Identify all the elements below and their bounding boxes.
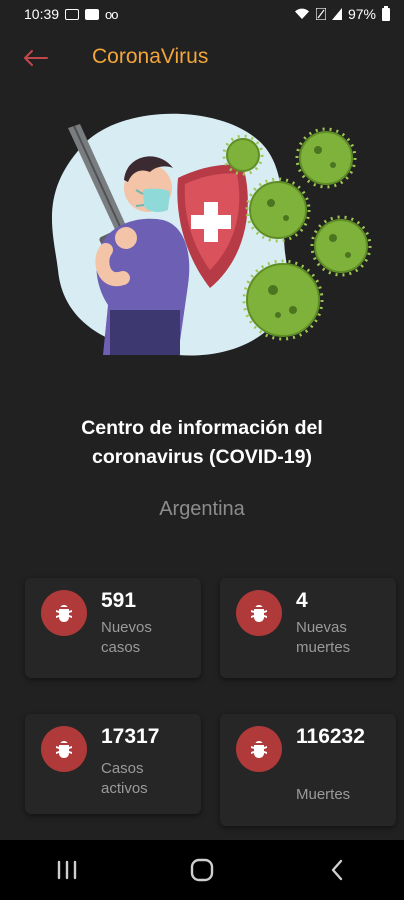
battery-icon (382, 5, 390, 21)
signal-icon (315, 8, 326, 20)
stat-label-line1: Casos (101, 760, 144, 777)
bug-icon (41, 726, 87, 772)
stat-label: Nuevas muertes (296, 618, 386, 658)
status-bar: 10:39 oo 97% (0, 0, 404, 28)
gallery-icon (65, 8, 80, 20)
stat-label: Muertes (296, 785, 386, 805)
stat-label: Nuevos casos (101, 618, 191, 658)
bug-icon (41, 590, 87, 636)
recent-apps-button[interactable] (37, 850, 97, 890)
battery-percent: 97% (347, 6, 376, 22)
bug-icon (236, 726, 282, 772)
system-back-button[interactable] (307, 850, 367, 890)
stat-value: 116232 (296, 725, 365, 748)
stat-card-new-deaths: 4 Nuevas muertes (220, 578, 396, 678)
bug-icon (236, 590, 282, 636)
stat-value: 4 (296, 589, 308, 612)
voicemail-icon: oo (105, 6, 119, 22)
stat-card-deaths: 116232 Muertes (220, 714, 396, 826)
system-nav-bar (0, 840, 404, 900)
stat-label-line2: muertes (296, 639, 351, 656)
recent-apps-icon (58, 860, 77, 880)
stat-label-line1: Nuevas (296, 619, 347, 636)
stat-label-line1: Nuevos (101, 619, 152, 636)
page-title-line2: coronavirus (COVID-19) (92, 446, 312, 468)
stat-value: 17317 (101, 725, 160, 748)
wifi-icon (294, 8, 309, 19)
country-label: Argentina (159, 498, 245, 520)
stat-label-line2: activos (101, 780, 148, 797)
status-time: 10:39 (24, 6, 60, 22)
home-button[interactable] (172, 850, 232, 890)
stat-value: 591 (101, 589, 137, 612)
stat-card-active-cases: 17317 Casos activos (25, 714, 201, 814)
home-icon (190, 858, 214, 882)
back-button[interactable] (20, 44, 50, 72)
stat-label-line2: casos (101, 639, 141, 656)
hero-illustration (51, 113, 372, 356)
message-icon (85, 8, 100, 20)
back-icon (331, 859, 342, 881)
app-bar: CoronaVirus (0, 28, 404, 88)
stat-card-new-cases: 591 Nuevos casos (25, 578, 201, 678)
stat-label: Casos activos (101, 759, 191, 799)
page-title: Centro de información del coronavirus (C… (0, 414, 404, 472)
signal-strength-icon (331, 8, 342, 20)
app-title: CoronaVirus (92, 45, 209, 68)
page-title-line1: Centro de información del (81, 417, 323, 439)
arrow-left-icon (24, 50, 48, 66)
stat-label-line1: Muertes (296, 786, 351, 803)
